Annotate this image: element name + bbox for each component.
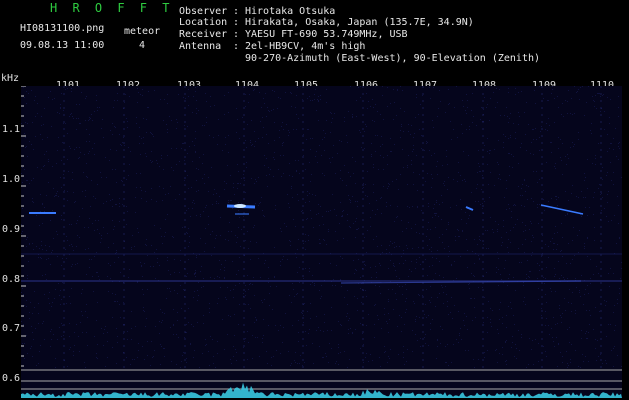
noise-level-trace xyxy=(21,382,622,398)
y-tick-label: 0.7 xyxy=(2,323,21,334)
y-tick-label: 1.1 xyxy=(2,124,21,135)
antenna-value: 2el-HB9CV, 4m's high xyxy=(245,41,366,52)
receiver-value: YAESU FT-690 53.749MHz, USB xyxy=(245,29,408,40)
noise-speckle xyxy=(21,86,622,368)
meteor-label: meteor xyxy=(124,26,161,37)
spectrogram-plot xyxy=(21,86,622,398)
antenna-sep: : xyxy=(233,41,240,52)
location-sep: : xyxy=(233,17,240,28)
antenna-key: Antenna xyxy=(179,41,222,52)
spectrogram-canvas xyxy=(21,86,622,398)
location-value: Hirakata, Osaka, Japan (135.7E, 34.9N) xyxy=(245,17,474,28)
receiver-sep: : xyxy=(233,29,240,40)
meteor-echo xyxy=(465,206,474,211)
y-tick-label: 0.8 xyxy=(2,274,21,285)
receiver-key: Receiver xyxy=(179,29,228,40)
y-tick-label: 0.9 xyxy=(2,224,21,235)
meteor-echo xyxy=(540,204,584,215)
meteor-echo-core xyxy=(234,204,246,208)
meteor-count: 4 xyxy=(139,40,146,51)
antenna-value-2: 90-270-Azimuth (East-West), 90-Elevation… xyxy=(245,53,541,64)
filename: HI08131100.png xyxy=(20,23,105,34)
y-tick-label: 0.6 xyxy=(2,373,21,384)
observer-sep: : xyxy=(233,6,240,17)
location-key: Location xyxy=(179,17,228,28)
app-title: H R O F F T xyxy=(50,1,174,15)
hrofft-spectrogram-window: H R O F F T HI08131100.png 09.08.13 11:0… xyxy=(0,0,629,400)
observer-value: Hirotaka Otsuka xyxy=(245,6,336,17)
y-axis-unit: kHz xyxy=(1,73,20,84)
observer-key: Observer xyxy=(179,6,228,17)
datetime: 09.08.13 11:00 xyxy=(20,40,105,51)
y-tick-label: 1.0 xyxy=(2,174,21,185)
